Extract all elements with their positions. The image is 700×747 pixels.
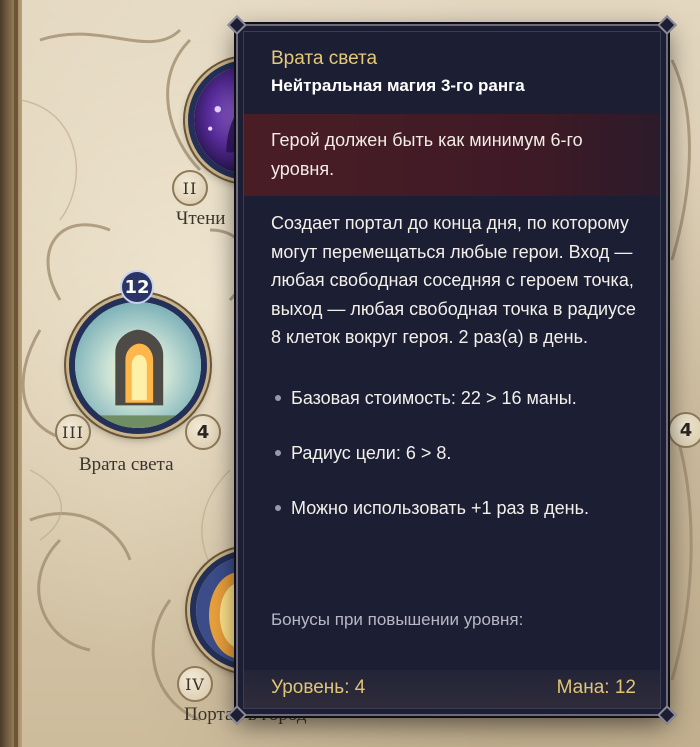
- tooltip-bonus-item: Можно использовать +1 раз в день.: [275, 495, 605, 521]
- tooltip-level-value: Уровень: 4: [271, 677, 366, 698]
- spell-icon-frame: [69, 296, 207, 434]
- spell-rank-badge: II: [172, 170, 208, 206]
- spell-rank-badge: III: [55, 414, 91, 450]
- tooltip-bonus-item: Базовая стоимость: 22 > 16 маны.: [275, 385, 605, 411]
- spell-node-light-gate[interactable]: 12 III 4 Врата света: [55, 268, 235, 478]
- bullet-icon: [275, 395, 281, 401]
- light-gate-spell-art-icon: [75, 302, 201, 428]
- tooltip-bonus-item: Радиус цели: 6 > 8.: [275, 440, 605, 466]
- spell-level-badge: 4: [668, 412, 700, 448]
- tooltip-bonus-text: Базовая стоимость: 22 > 16 маны.: [291, 388, 577, 408]
- tooltip-bonus-text: Можно использовать +1 раз в день.: [291, 498, 589, 518]
- tooltip-requirement-banner: Герой должен быть как минимум 6-го уровн…: [244, 114, 660, 196]
- spell-level-badge: 4: [185, 414, 221, 450]
- spell-node-right[interactable]: 4: [664, 410, 700, 450]
- tooltip-mana-value: Мана: 12: [556, 677, 636, 698]
- tooltip-subtitle: Нейтральная магия 3-го ранга: [271, 76, 525, 95]
- tooltip-title: Врата света: [271, 48, 378, 69]
- tooltip-description: Создает портал до конца дня, по которому…: [271, 213, 636, 347]
- bullet-icon: [275, 505, 281, 511]
- spell-tooltip: Врата света Нейтральная магия 3-го ранга…: [227, 15, 677, 725]
- spell-mana-cost-badge: 12: [120, 270, 154, 304]
- spell-rank-badge: IV: [177, 666, 213, 702]
- tooltip-footer: Уровень: 4 Мана: 12: [244, 670, 660, 708]
- tooltip-requirement-text: Герой должен быть как минимум 6-го уровн…: [271, 130, 583, 179]
- spell-node-label: Чтени: [176, 208, 226, 229]
- tooltip-bonus-text: Радиус цели: 6 > 8.: [291, 443, 452, 463]
- tooltip-bonus-list: Базовая стоимость: 22 > 16 маны. Радиус …: [275, 385, 605, 550]
- bullet-icon: [275, 450, 281, 456]
- tooltip-level-bonus-header: Бонусы при повышении уровня:: [271, 610, 524, 629]
- spell-node-label: Врата света: [79, 454, 174, 475]
